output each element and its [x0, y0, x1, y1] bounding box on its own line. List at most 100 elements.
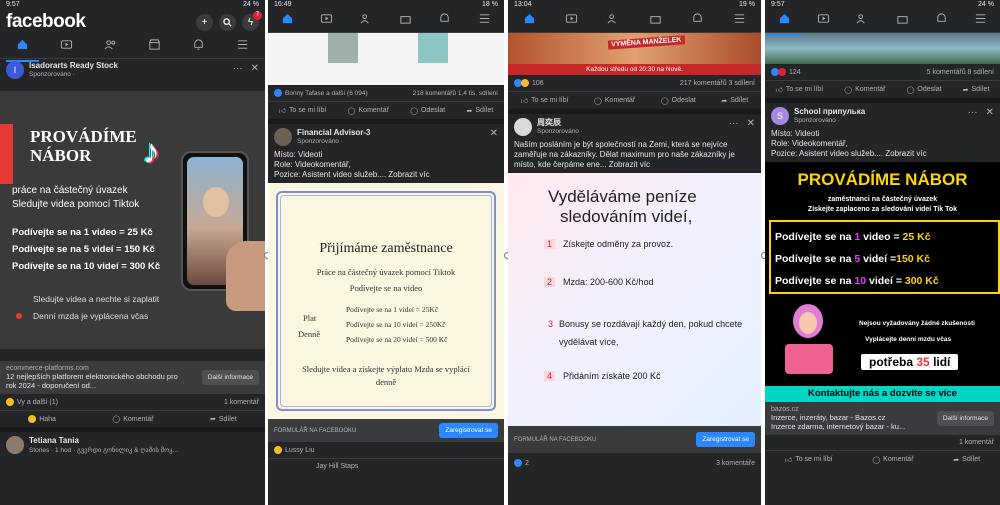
more-icon[interactable]: ··· [968, 107, 978, 118]
learn-more-button[interactable]: Další informace [201, 370, 259, 385]
menu-icon[interactable] [974, 12, 987, 30]
reaction-count[interactable]: Vy a další (1) [17, 399, 58, 406]
link-preview[interactable]: ecommerce-platforms.com 12 nejlepších pla… [0, 361, 265, 394]
post-line[interactable]: Pozice: Asistent video služeb.... Zobraz… [771, 149, 994, 159]
laptop-shape [785, 344, 833, 374]
advertiser-name[interactable]: School припулька [794, 107, 865, 117]
friends-icon[interactable] [856, 12, 869, 30]
share-button[interactable]: ➦ Sdílet [721, 97, 748, 105]
screenshot-panel-4: 9:57 24 % 124 5 komentářů 8 sdílení 👍︎ To … [765, 0, 1000, 505]
ad-image[interactable]: PROVÁDÍME NÁBOR zaměstnanci na částečný … [765, 162, 1000, 402]
like-button[interactable]: 👍︎ To se mi líbí [785, 455, 833, 464]
advertiser-name[interactable]: Isadorarts Ready Stock [29, 61, 118, 71]
avatar[interactable] [6, 436, 24, 454]
ad-image[interactable]: Vyděláváme peníze sledováním videí, 1 Zís… [508, 173, 761, 426]
comment-share-count[interactable]: 217 komentářů 3 sdílení [680, 80, 755, 87]
more-icon[interactable]: ··· [729, 118, 739, 129]
learn-more-button[interactable]: Další informace [936, 411, 994, 426]
link-preview[interactable]: bazos.cz Inzerce, inzeráty, bazar - Bazos… [765, 402, 1000, 435]
previous-post-image[interactable] [765, 33, 1000, 64]
marketplace-icon[interactable] [148, 38, 161, 56]
search-icon[interactable] [219, 13, 236, 31]
comment-button[interactable]: ◯ Komentář [594, 97, 635, 105]
marketplace-icon[interactable] [896, 12, 909, 30]
action-bar: 👍︎ To se mi líbí ◯ Komentář ➦ Sdílet [765, 450, 1000, 468]
reaction-count[interactable]: Bonny Tafase a další (6 094) [285, 90, 368, 97]
avatar[interactable]: I [6, 61, 24, 79]
comment-count[interactable]: 3 komentáře [716, 460, 755, 467]
close-icon[interactable]: ✕ [251, 63, 259, 74]
close-icon[interactable]: ✕ [986, 107, 994, 118]
comment-count[interactable]: 1 komentář [224, 399, 259, 406]
like-button[interactable]: 👍︎ To se mi líbí [279, 106, 327, 115]
comment-button[interactable]: ◯ Komentář [112, 415, 153, 424]
reaction-name[interactable]: Lussy Liu [285, 447, 315, 454]
action-label: Komentář [855, 86, 886, 93]
haha-button[interactable]: Haha [28, 415, 56, 423]
advertiser-name[interactable]: Financial Advisor-3 [297, 128, 371, 138]
previous-post-image[interactable] [268, 33, 504, 85]
reaction-count[interactable]: 106 [532, 80, 544, 87]
friends-icon[interactable] [607, 12, 620, 30]
comment-button[interactable]: ◯ Komentář [844, 86, 885, 94]
bell-icon[interactable] [438, 12, 451, 30]
comment-share-count[interactable]: 5 komentářů 8 sdílení [927, 69, 994, 76]
bell-icon[interactable] [691, 12, 704, 30]
send-button[interactable]: ◯ Odeslat [410, 107, 445, 115]
avatar[interactable]: S [771, 107, 789, 125]
avatar[interactable] [514, 118, 532, 136]
comment-share-count[interactable]: 218 komentářů 1,4 tis. sdílení [413, 90, 498, 97]
marketplace-icon[interactable] [399, 12, 412, 30]
comment-button[interactable]: ◯ Komentář [348, 107, 389, 115]
avatar[interactable] [274, 128, 292, 146]
send-button[interactable]: ◯ Odeslat [907, 86, 942, 94]
comment-count[interactable]: 1 komentář [959, 439, 994, 446]
ad-image[interactable]: PROVÁDÍME NÁBOR ♪ práce na částečný úvaz… [0, 91, 265, 349]
send-button[interactable]: ◯ Odeslat [661, 97, 696, 105]
messenger-icon[interactable]: ϟ7 [242, 10, 262, 31]
marketplace-icon[interactable] [649, 12, 662, 30]
create-icon[interactable]: + [196, 13, 213, 31]
post-line: Role: Videokomentář, [274, 160, 351, 169]
video-icon[interactable] [817, 12, 830, 30]
home-icon[interactable] [768, 12, 802, 36]
video-icon[interactable] [565, 12, 578, 30]
face-shape [799, 312, 817, 334]
home-icon[interactable] [271, 12, 305, 36]
close-icon[interactable]: ✕ [747, 118, 755, 129]
more-icon[interactable]: ··· [233, 63, 243, 74]
register-button[interactable]: Zaregistrovat se [439, 423, 498, 438]
friends-icon[interactable] [360, 12, 373, 30]
menu-icon[interactable] [478, 12, 491, 30]
home-icon[interactable] [5, 38, 39, 62]
share-button[interactable]: ➦ Sdílet [467, 107, 494, 115]
action-bar: 👍︎ To se mi líbí ◯ Komentář ◯ Odeslat ➦ Sdíl… [765, 80, 1000, 98]
post-line[interactable]: Pozice: Asistent video služeb.... Zobraz… [274, 170, 498, 180]
bell-icon[interactable] [192, 38, 205, 56]
item-text: Přidáním získáte 200 Kč [563, 371, 661, 381]
reaction-count[interactable]: 2 [525, 460, 529, 467]
ad-image[interactable]: Přijímáme zaměstnance Práce na částečný … [268, 183, 504, 419]
bell-icon[interactable] [935, 12, 948, 30]
share-button[interactable]: ➦ Sdílet [210, 415, 237, 424]
next-post-name[interactable]: Jay Hill Staps [316, 463, 358, 470]
like-button[interactable]: 👍︎ To se mi líbí [776, 85, 824, 94]
comment-button[interactable]: ◯ Komentář [872, 456, 913, 464]
post-line: Místo: Videoti [771, 129, 820, 138]
video-icon[interactable] [320, 12, 333, 30]
home-icon[interactable] [512, 12, 546, 36]
video-icon[interactable] [60, 38, 73, 56]
advertiser-name[interactable]: 周奕辰 [537, 118, 583, 128]
reaction-count[interactable]: 124 [789, 69, 801, 76]
share-button[interactable]: ➦ Sdílet [963, 86, 990, 94]
register-button[interactable]: Zaregistrovat se [696, 432, 755, 447]
like-button[interactable]: 👍︎ To se mi líbí [521, 96, 569, 105]
menu-icon[interactable] [733, 12, 746, 30]
close-icon[interactable]: ✕ [490, 128, 498, 139]
friends-icon[interactable] [104, 38, 117, 56]
story-author[interactable]: Tetiana Tania [29, 436, 178, 446]
menu-icon[interactable] [236, 38, 249, 56]
share-button[interactable]: ➦ Sdílet [953, 456, 980, 464]
status-time: 16:49 [274, 1, 292, 8]
tv-banner-image[interactable]: VÝMĚNA MANŽELEK Každou středu od 20:30 n… [508, 33, 761, 75]
